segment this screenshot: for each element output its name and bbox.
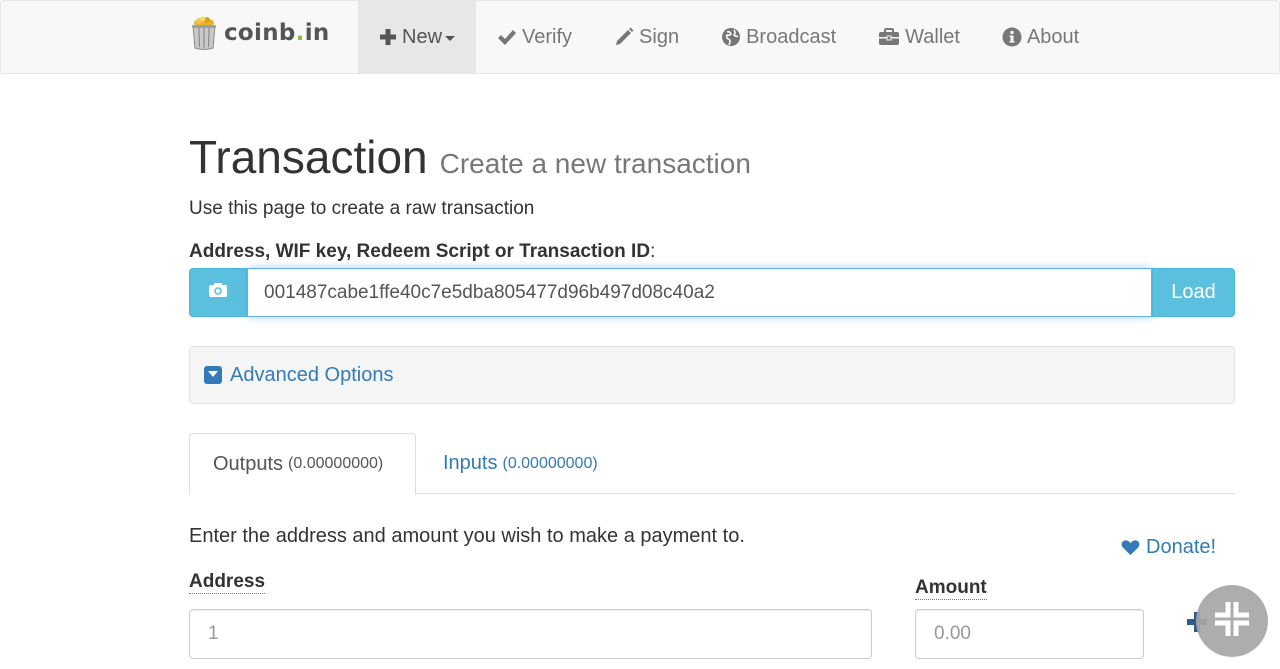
pencil-icon xyxy=(614,27,634,47)
tab-bar: Outputs (0.00000000) Inputs (0.00000000) xyxy=(189,433,1235,495)
page-subtitle: Create a new transaction xyxy=(439,148,751,179)
amount-label: Amount xyxy=(915,577,987,600)
nav-label-wallet: Wallet xyxy=(905,25,960,48)
donate-label: Donate! xyxy=(1146,536,1217,558)
nav-label-sign: Sign xyxy=(639,25,680,48)
globe-icon xyxy=(721,27,741,47)
plus-icon xyxy=(379,28,397,46)
advanced-options-label: Advanced Options xyxy=(230,363,394,386)
address-input[interactable] xyxy=(189,609,872,659)
tab-outputs[interactable]: Outputs (0.00000000) xyxy=(189,433,416,495)
nav-item-new[interactable]: New xyxy=(358,1,477,73)
compress-arrows-icon xyxy=(1214,601,1250,641)
camera-button[interactable] xyxy=(189,268,247,317)
tab-outputs-label: Outputs xyxy=(213,452,284,475)
nav-label-verify: Verify xyxy=(522,25,573,48)
nav-item-about[interactable]: About xyxy=(981,1,1100,73)
chevron-down-icon xyxy=(445,36,456,41)
camera-icon xyxy=(208,282,228,303)
nav-item-sign[interactable]: Sign xyxy=(593,1,700,73)
tab-outputs-amount: (0.00000000) xyxy=(288,455,384,472)
trash-can-coins-icon xyxy=(190,16,218,50)
main-nav: New Verify Sign Broadcast Wallet About xyxy=(358,1,1100,73)
info-icon xyxy=(1002,27,1022,47)
tab-inputs-amount: (0.00000000) xyxy=(502,454,598,472)
address-label: Address xyxy=(189,571,266,594)
nav-label-new: New xyxy=(402,25,443,48)
check-icon xyxy=(497,28,517,46)
tab-inputs[interactable]: Inputs (0.00000000) xyxy=(420,433,621,494)
load-button[interactable]: Load xyxy=(1152,268,1235,317)
load-input[interactable] xyxy=(247,268,1152,317)
brand-name: coinb.in xyxy=(224,20,330,46)
load-input-group: Load xyxy=(189,268,1235,317)
nav-item-verify[interactable]: Verify xyxy=(476,1,593,73)
caret-square-down-icon xyxy=(204,366,222,384)
collapse-fullscreen-button[interactable] xyxy=(1196,585,1268,657)
donate-link[interactable]: Donate! xyxy=(1121,536,1216,559)
briefcase-icon xyxy=(878,28,900,46)
navbar: coinb.in New Verify Sign Broadcast Walle… xyxy=(0,0,1280,74)
outputs-instruction: Enter the address and amount you wish to… xyxy=(189,525,745,547)
heart-icon xyxy=(1121,539,1140,556)
advanced-options-panel: Advanced Options xyxy=(189,346,1235,404)
load-field-label: Address, WIF key, Redeem Script or Trans… xyxy=(189,241,656,262)
nav-label-about: About xyxy=(1026,25,1080,48)
nav-item-wallet[interactable]: Wallet xyxy=(857,1,981,73)
advanced-options-toggle[interactable]: Advanced Options xyxy=(204,364,393,387)
page-description: Use this page to create a raw transactio… xyxy=(189,198,535,219)
nav-label-broadcast: Broadcast xyxy=(746,25,837,48)
page-header: Transaction Create a new transaction xyxy=(189,130,751,184)
tab-inputs-label: Inputs xyxy=(443,452,498,474)
page-title: Transaction xyxy=(189,131,428,183)
brand-link[interactable]: coinb.in xyxy=(190,15,330,51)
nav-item-broadcast[interactable]: Broadcast xyxy=(700,1,857,73)
amount-input[interactable] xyxy=(915,609,1144,659)
